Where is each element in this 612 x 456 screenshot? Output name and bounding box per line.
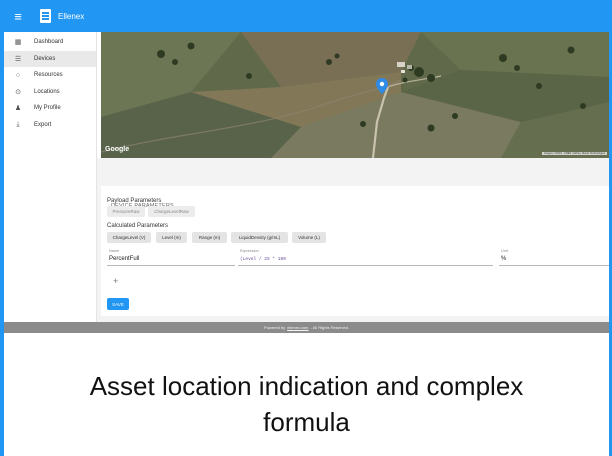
chip-pressure-raw[interactable]: PressureRaw bbox=[107, 206, 145, 217]
sidebar-item-label: My Profile bbox=[34, 105, 61, 112]
chip-liquid-density[interactable]: LiquidDensity (g/mL) bbox=[231, 232, 288, 243]
app-bar: ≡ Ellenex bbox=[4, 0, 609, 32]
expression-field-underline bbox=[238, 265, 493, 266]
sidebar-item-label: Locations bbox=[34, 88, 60, 95]
footer-prefix: Powered by bbox=[264, 325, 286, 330]
satellite-map[interactable]: Google Imagery ©2019 , CNES / Airbus, Ma… bbox=[101, 32, 609, 158]
unit-field-underline bbox=[499, 265, 609, 266]
dashboard-icon: ▦ bbox=[14, 39, 22, 47]
chip-charge-level-raw[interactable]: ChargeLevelRaw bbox=[148, 206, 195, 217]
sidebar-item-dashboard[interactable]: ▦ Dashboard bbox=[4, 34, 96, 51]
name-field[interactable]: PercentFull bbox=[109, 256, 139, 262]
app-title: Ellenex bbox=[58, 11, 85, 21]
expression-field-label: Expression bbox=[240, 249, 259, 253]
sidebar-item-resources[interactable]: ○ Resources bbox=[4, 67, 96, 84]
sidebar-item-devices[interactable]: ☰ Devices bbox=[4, 50, 96, 67]
location-target-icon: ⊙ bbox=[15, 88, 21, 96]
name-field-label: Name bbox=[109, 249, 120, 253]
sidebar-nav: ▦ Dashboard ☰ Devices ○ Resources ⊙ Loca… bbox=[4, 32, 97, 322]
caption: Asset location indication and complex fo… bbox=[4, 368, 609, 440]
map-pin-icon[interactable] bbox=[376, 78, 388, 94]
calculated-parameters-label: Calculated Parameters bbox=[107, 223, 169, 229]
satellite-imagery bbox=[101, 32, 609, 158]
download-icon: ⤓ bbox=[16, 120, 20, 128]
chip-charge-level[interactable]: ChargeLevel (V) bbox=[107, 232, 151, 243]
chip-volume[interactable]: Volume (L) bbox=[292, 232, 326, 243]
chip-range[interactable]: Range (m) bbox=[192, 232, 227, 243]
hamburger-menu-icon[interactable]: ≡ bbox=[4, 0, 32, 32]
sidebar-item-label: Dashboard bbox=[34, 39, 64, 46]
payload-parameters-label: Payload Parameters bbox=[107, 198, 162, 204]
save-button[interactable]: SAVE bbox=[107, 298, 129, 310]
name-field-underline bbox=[107, 265, 235, 266]
sidebar-item-export[interactable]: ⤓ Export bbox=[4, 117, 96, 134]
footer: Powered by ellenex.com - All Rights Rese… bbox=[4, 322, 609, 333]
ellenex-logo-icon bbox=[38, 8, 52, 24]
sidebar-item-label: Devices bbox=[34, 55, 56, 62]
sidebar-item-label: Resources bbox=[34, 72, 63, 79]
circle-icon: ○ bbox=[15, 71, 21, 79]
expression-field[interactable]: (Level / 25 * 100 bbox=[240, 257, 286, 262]
caption-line-1: Asset location indication and complex bbox=[89, 371, 524, 401]
list-icon: ☰ bbox=[14, 55, 22, 63]
main-content: DEVICE PARAMETERS Payload Parameters Pre… bbox=[97, 158, 609, 322]
google-logo: Google bbox=[105, 146, 130, 153]
chip-level[interactable]: Level (m) bbox=[156, 232, 187, 243]
footer-suffix: - All Rights Reserved. bbox=[310, 325, 349, 330]
caption-line-2: formula bbox=[263, 407, 350, 437]
sidebar-item-label: Export bbox=[34, 121, 52, 128]
unit-field[interactable]: % bbox=[501, 256, 506, 262]
sidebar-item-my-profile[interactable]: ♟ My Profile bbox=[4, 100, 96, 117]
unit-field-label: Unit bbox=[501, 249, 508, 253]
footer-link[interactable]: ellenex.com bbox=[287, 325, 308, 330]
person-icon: ♟ bbox=[14, 105, 22, 113]
sidebar-item-locations[interactable]: ⊙ Locations bbox=[4, 84, 96, 101]
map-attribution[interactable]: Imagery ©2019 , CNES / Airbus, Maxar Tec… bbox=[542, 152, 607, 155]
add-formula-button[interactable]: + bbox=[113, 276, 118, 286]
